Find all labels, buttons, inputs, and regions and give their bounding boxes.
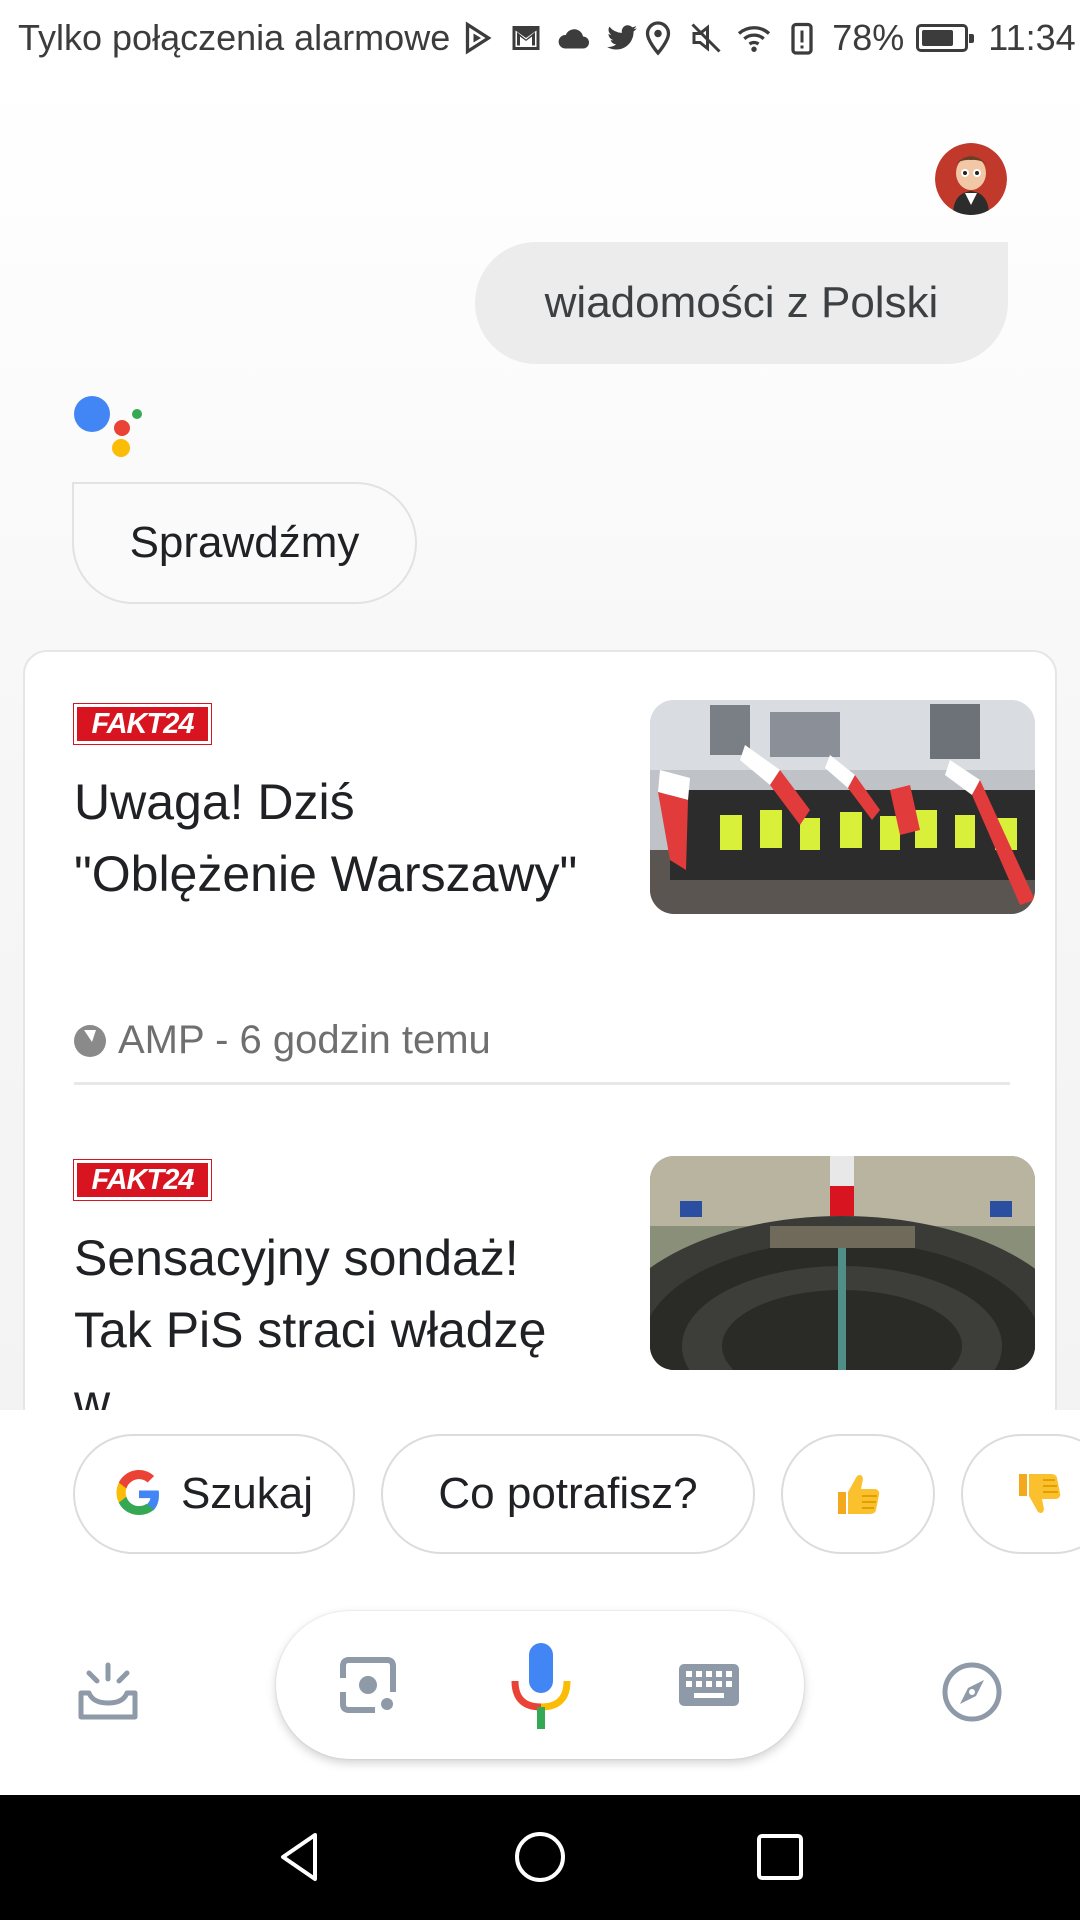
system-icons: 78% 11:34 [640,17,1076,59]
capabilities-chip-label: Co potrafisz? [438,1469,698,1518]
news-thumbnail[interactable] [650,1156,1035,1370]
battery-percent: 78% [832,17,905,58]
mic-button[interactable] [501,1641,581,1731]
battery-alert-icon [791,22,813,55]
parliament-image [650,1156,1035,1370]
recents-icon[interactable] [750,1827,810,1887]
search-chip-label: Szukaj [180,1469,314,1518]
lens-icon [340,1657,396,1713]
battery-icon [916,24,975,52]
assistant-reply-text: Sprawdźmy [129,518,360,567]
search-chip[interactable]: Szukaj [73,1434,355,1554]
news-headline[interactable]: Uwaga! Dziś "Oblężenie Warszawy" [74,766,594,910]
thumbs-up-icon [838,1475,880,1514]
news-item[interactable]: FAKT24 Uwaga! Dziś "Oblężenie Warszawy" … [73,700,1035,1084]
notification-icons [460,20,640,56]
back-icon[interactable] [271,1827,331,1887]
keyboard-icon [679,1664,739,1706]
news-meta: AMP - 6 godzin temu [74,1018,491,1063]
home-icon[interactable] [510,1827,570,1887]
thumbs-down-chip[interactable]: 👎 [961,1434,1080,1554]
vibrate-off-icon [691,23,721,53]
google-g-icon [116,1470,159,1515]
user-query-bubble: wiadomości z Polski [475,242,1008,364]
google-assistant-icon [74,396,142,457]
user-avatar[interactable] [935,143,1007,215]
protest-image [650,700,1035,914]
user-query-text: wiadomości z Polski [544,278,939,327]
compass-icon [942,1662,1002,1722]
cloud-icon [558,29,590,49]
updates-button[interactable] [72,1656,144,1728]
amp-icon [74,1024,106,1057]
assistant-reply-bubble: Sprawdźmy [72,482,417,604]
news-meta-text: AMP - 6 godzin temu [118,1018,491,1062]
news-source-logo: FAKT24 [73,703,212,745]
location-icon [646,21,671,56]
news-divider [74,1082,1010,1085]
news-item[interactable]: FAKT24 Sensacyjny sondaż! Tak PiS straci… [73,1156,1035,1448]
conversation-area: wiadomości z Polski Sprawdźmy FAKT24 Uwa… [0,76,1080,1450]
capabilities-chip[interactable]: Co potrafisz? [381,1434,755,1554]
thumbs-up-chip[interactable]: 👍 [781,1434,935,1554]
clock: 11:34 [988,17,1076,58]
play-store-icon [466,21,492,55]
status-bar: Tylko połączenia alarmowe 78% 11:34 [0,0,1080,76]
news-thumbnail[interactable] [650,700,1035,914]
avatar-image [935,143,1007,215]
news-card: FAKT24 Uwaga! Dziś "Oblężenie Warszawy" … [23,650,1057,1450]
twitter-icon [607,25,638,50]
news-headline[interactable]: Sensacyjny sondaż! Tak PiS straci władzę… [74,1222,594,1438]
thumbs-down-icon [1019,1474,1061,1513]
explore-button[interactable] [936,1656,1008,1728]
carrier-text: Tylko połączenia alarmowe [18,17,451,58]
system-nav-bar [0,1795,1080,1920]
updates-icon [78,1662,138,1720]
keyboard-button[interactable] [669,1649,749,1721]
input-pill [276,1611,804,1759]
news-source-logo: FAKT24 [73,1159,212,1201]
lens-button[interactable] [332,1649,404,1721]
suggestion-chips: Szukaj Co potrafisz? 👍 👎 [0,1410,1080,1580]
wifi-icon [738,26,771,52]
assistant-bottom-bar [0,1580,1080,1795]
mic-icon [511,1643,571,1729]
gmail-icon [512,26,540,50]
